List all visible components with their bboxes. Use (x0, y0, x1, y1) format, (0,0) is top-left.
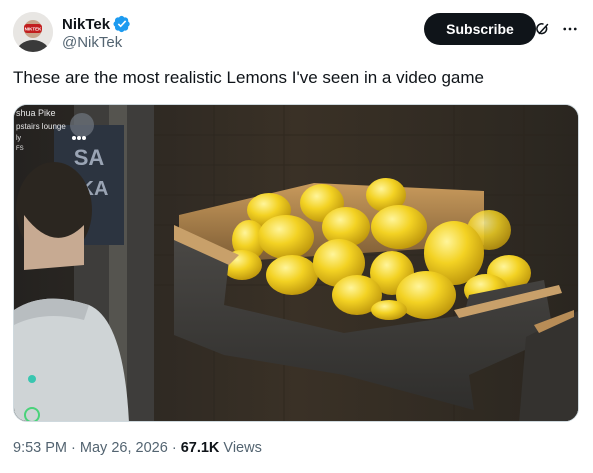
tweet-text: These are the most realistic Lemons I've… (13, 68, 484, 87)
tweet-header: NIKTEK NikTek @NikTek Subscribe (13, 12, 581, 56)
tweet-time-link[interactable]: 9:53 PM · May 26, 2026 (13, 440, 168, 456)
views-count[interactable]: 67.1K (181, 440, 220, 456)
subscribe-button[interactable]: Subscribe (424, 13, 536, 45)
author-display-name[interactable]: NikTek (62, 16, 110, 33)
grok-icon[interactable] (532, 18, 554, 40)
verified-badge-icon[interactable] (113, 15, 131, 33)
tweet-media-image[interactable]: SA KA shua Pike pstairs lounge ly FS (13, 104, 579, 422)
tweet-time: 9:53 PM (13, 440, 67, 456)
more-icon[interactable] (559, 18, 581, 40)
hud-dot-2 (77, 136, 81, 140)
views-label: Views (223, 440, 262, 456)
meta-separator-2: · (171, 440, 177, 456)
hud-player-name: shua Pike (16, 108, 56, 118)
tweet-meta: 9:53 PM · May 26, 2026 · 67.1K Views (13, 440, 262, 456)
author-handle[interactable]: @NikTek (62, 34, 131, 52)
author-names: NikTek @NikTek (62, 14, 131, 52)
avatar[interactable]: NIKTEK (13, 12, 53, 52)
hud-line3: ly (16, 135, 22, 142)
hud-line4: FS (16, 146, 24, 152)
hud-dot-1 (72, 136, 76, 140)
hud-indicator-dot (28, 375, 36, 383)
tweet-date: May 26, 2026 (79, 440, 168, 456)
avatar-badge-text: NIKTEK (25, 27, 43, 32)
sign-text-top: SA (74, 145, 105, 170)
hud-location: pstairs lounge (16, 122, 66, 131)
meta-separator-1: · (71, 440, 76, 456)
hud-dot-3 (82, 136, 86, 140)
